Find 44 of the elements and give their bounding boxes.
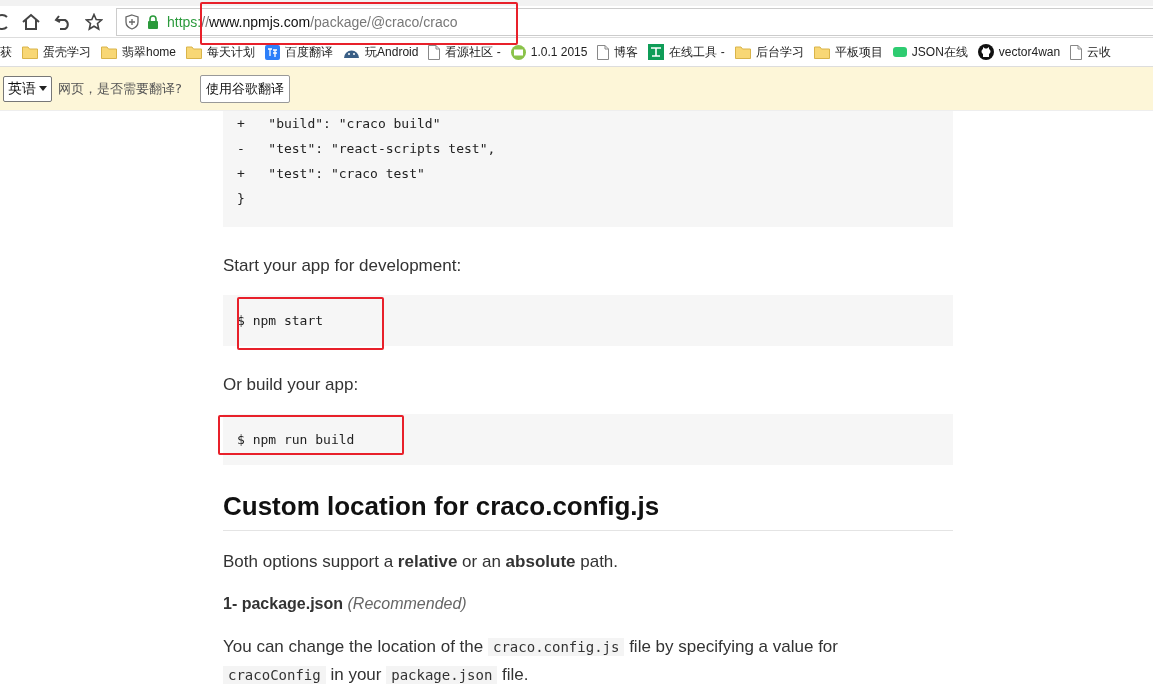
code-block: $ npm run build [223,414,953,465]
bookmark-label[interactable]: 后台学习 [755,43,804,61]
bookmark-label[interactable]: 每天计划 [207,43,256,61]
lock-icon [147,14,159,29]
bookmark-label[interactable]: 百度翻译 [285,43,334,61]
caret-icon [39,86,47,91]
page-icon [428,44,441,60]
star-icon[interactable] [85,12,103,31]
bookmark-label[interactable]: 获 [0,43,12,61]
bookmark-label[interactable]: 平板项目 [834,43,883,61]
bookmark-label[interactable]: 看源社区 - [445,43,501,61]
folder-icon [186,45,203,59]
url-text: https://www.npmjs.com/package/@craco/craco [167,13,458,30]
bookmark-label[interactable]: 1.0.1 2015 [530,45,588,59]
paragraph: Both options support a relative or an absolute path. [223,551,620,573]
subheading: 1- package.json (Recommended) [223,594,468,614]
folder-icon [22,45,38,59]
language-dropdown[interactable]: 英语 [3,75,52,102]
bookmark-label[interactable]: JSON在线 [911,43,968,61]
reload-icon[interactable] [0,12,8,31]
section-heading: Custom location for craco.config.js [223,491,953,531]
folder-icon [101,45,117,59]
paragraph: Start your app for development: [223,255,463,277]
paragraph: You can change the location of the craco.config.js file by specifying a value for cracoConfig in your package.json file. [223,636,839,686]
code-block: + "build": "craco build" - "test": "react-scripts test", + "test": "craco test" } [223,111,953,227]
folder-icon [734,45,751,59]
json-icon [892,47,907,57]
bookmark-label[interactable]: 玩Android [365,43,419,61]
address-bar[interactable]: https://www.npmjs.com/package/@craco/craco [116,7,1153,36]
bookmark-label[interactable]: 蛋壳学习 [43,43,91,61]
bookmark-label[interactable]: 云收 [1087,43,1112,61]
translate-button[interactable]: 使用谷歌翻译 [199,74,290,103]
translate-prompt: 网页，是否需要翻译? [58,79,182,98]
bookmark-label[interactable]: 在线工具 - [669,43,725,61]
bookmark-label[interactable]: vector4wan [998,45,1061,59]
page-icon [597,44,610,60]
shield-icon [125,13,139,30]
home-icon[interactable] [21,12,41,31]
page-icon [1070,44,1083,60]
bookmark-label[interactable]: 翡翠home [122,43,177,61]
folder-icon [813,45,830,59]
bookmark-label[interactable]: 博客 [614,43,639,61]
paragraph: Or build your app: [223,374,360,396]
tools-icon [648,44,665,60]
